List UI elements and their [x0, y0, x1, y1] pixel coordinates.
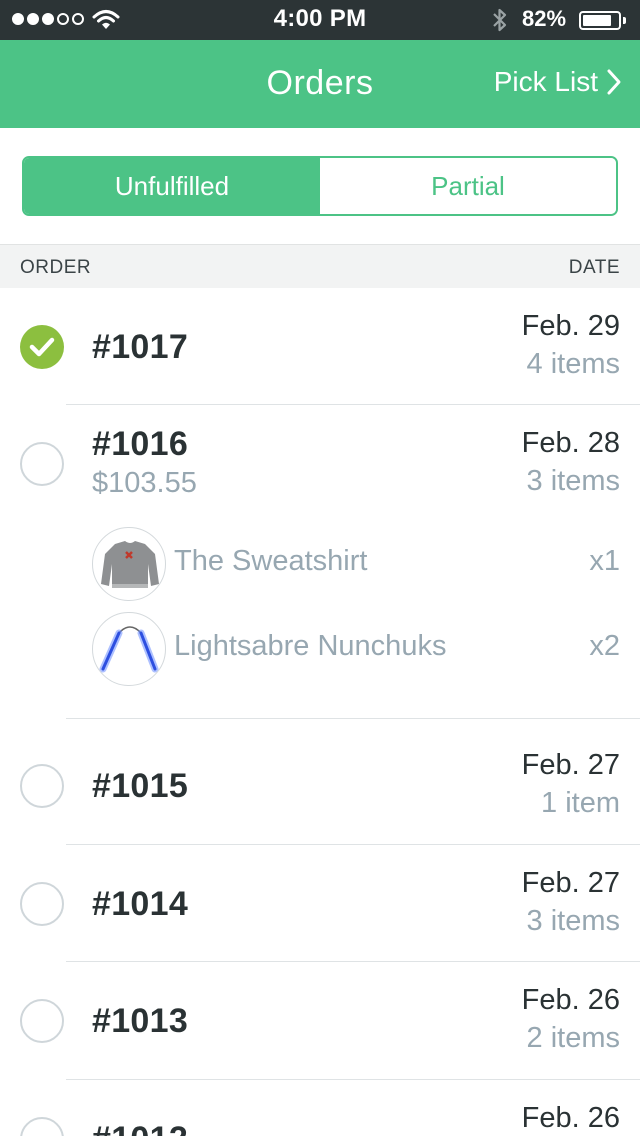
table-header: ORDER DATE [0, 244, 640, 288]
battery-tip [623, 17, 626, 24]
order-number: #1013 [92, 1002, 189, 1040]
order-number: #1015 [92, 767, 189, 805]
order-column-header: ORDER [20, 257, 92, 278]
line-item-quantity: x1 [589, 545, 620, 577]
order-row[interactable]: #1015 Feb. 27 1 item [0, 719, 640, 845]
date-column-header: DATE [568, 257, 620, 278]
pick-list-label: Pick List [493, 66, 598, 97]
line-item-name: Lightsabre Nunchuks [174, 630, 447, 662]
nunchuks-image [92, 612, 166, 686]
status-bar: 4:00 PM 82% [0, 0, 640, 40]
order-item-count: 4 items [526, 348, 620, 380]
checkbox-circle-icon[interactable] [20, 764, 64, 808]
checkbox-circle-icon[interactable] [20, 882, 64, 926]
filter-segmented-control: Unfulfilled Partial [22, 156, 618, 216]
order-row[interactable]: #1014 Feb. 27 3 items [0, 845, 640, 962]
segment-partial[interactable]: Partial [320, 158, 616, 214]
order-date: Feb. 26 [521, 1102, 620, 1134]
order-row-expanded[interactable]: #1016 $103.55 Feb. 28 3 items The Sweats… [0, 405, 640, 719]
line-item-name: The Sweatshirt [174, 545, 368, 577]
order-number: #1017 [92, 328, 189, 366]
order-date: Feb. 29 [521, 310, 620, 342]
line-item-quantity: x2 [589, 630, 620, 662]
order-date: Feb. 28 [521, 427, 620, 459]
navigation-bar: Orders Pick List [0, 40, 640, 128]
segment-unfulfilled[interactable]: Unfulfilled [24, 158, 320, 214]
order-total: $103.55 [92, 467, 197, 499]
order-number: #1016 [92, 425, 189, 463]
order-number: #1012 [92, 1120, 188, 1136]
order-item-count: 1 item [541, 787, 620, 819]
order-row[interactable]: #1012 Feb. 26 [0, 1080, 640, 1136]
chevron-right-icon [607, 69, 621, 95]
order-item-count: 3 items [526, 905, 620, 937]
order-row[interactable]: #1013 Feb. 26 2 items [0, 962, 640, 1080]
checkbox-circle-icon[interactable] [20, 1117, 64, 1136]
order-number: #1014 [92, 885, 189, 923]
line-item[interactable]: The Sweatshirt x1 [92, 527, 620, 601]
order-item-count: 3 items [526, 465, 620, 497]
order-item-count: 2 items [526, 1022, 620, 1054]
line-item[interactable]: Lightsabre Nunchuks x2 [92, 612, 620, 686]
checkmark-icon[interactable] [20, 325, 64, 369]
sweatshirt-image [92, 527, 166, 601]
bluetooth-icon [493, 8, 507, 32]
order-date: Feb. 27 [521, 867, 620, 899]
order-date: Feb. 27 [521, 749, 620, 781]
battery-icon [579, 11, 621, 30]
order-date: Feb. 26 [521, 984, 620, 1016]
battery-percentage: 82% [522, 6, 567, 31]
order-row[interactable]: #1017 Feb. 29 4 items [0, 288, 640, 405]
battery-level [583, 15, 611, 26]
checkbox-circle-icon[interactable] [20, 442, 64, 486]
checkbox-circle-icon[interactable] [20, 999, 64, 1043]
pick-list-button[interactable]: Pick List [494, 66, 622, 98]
